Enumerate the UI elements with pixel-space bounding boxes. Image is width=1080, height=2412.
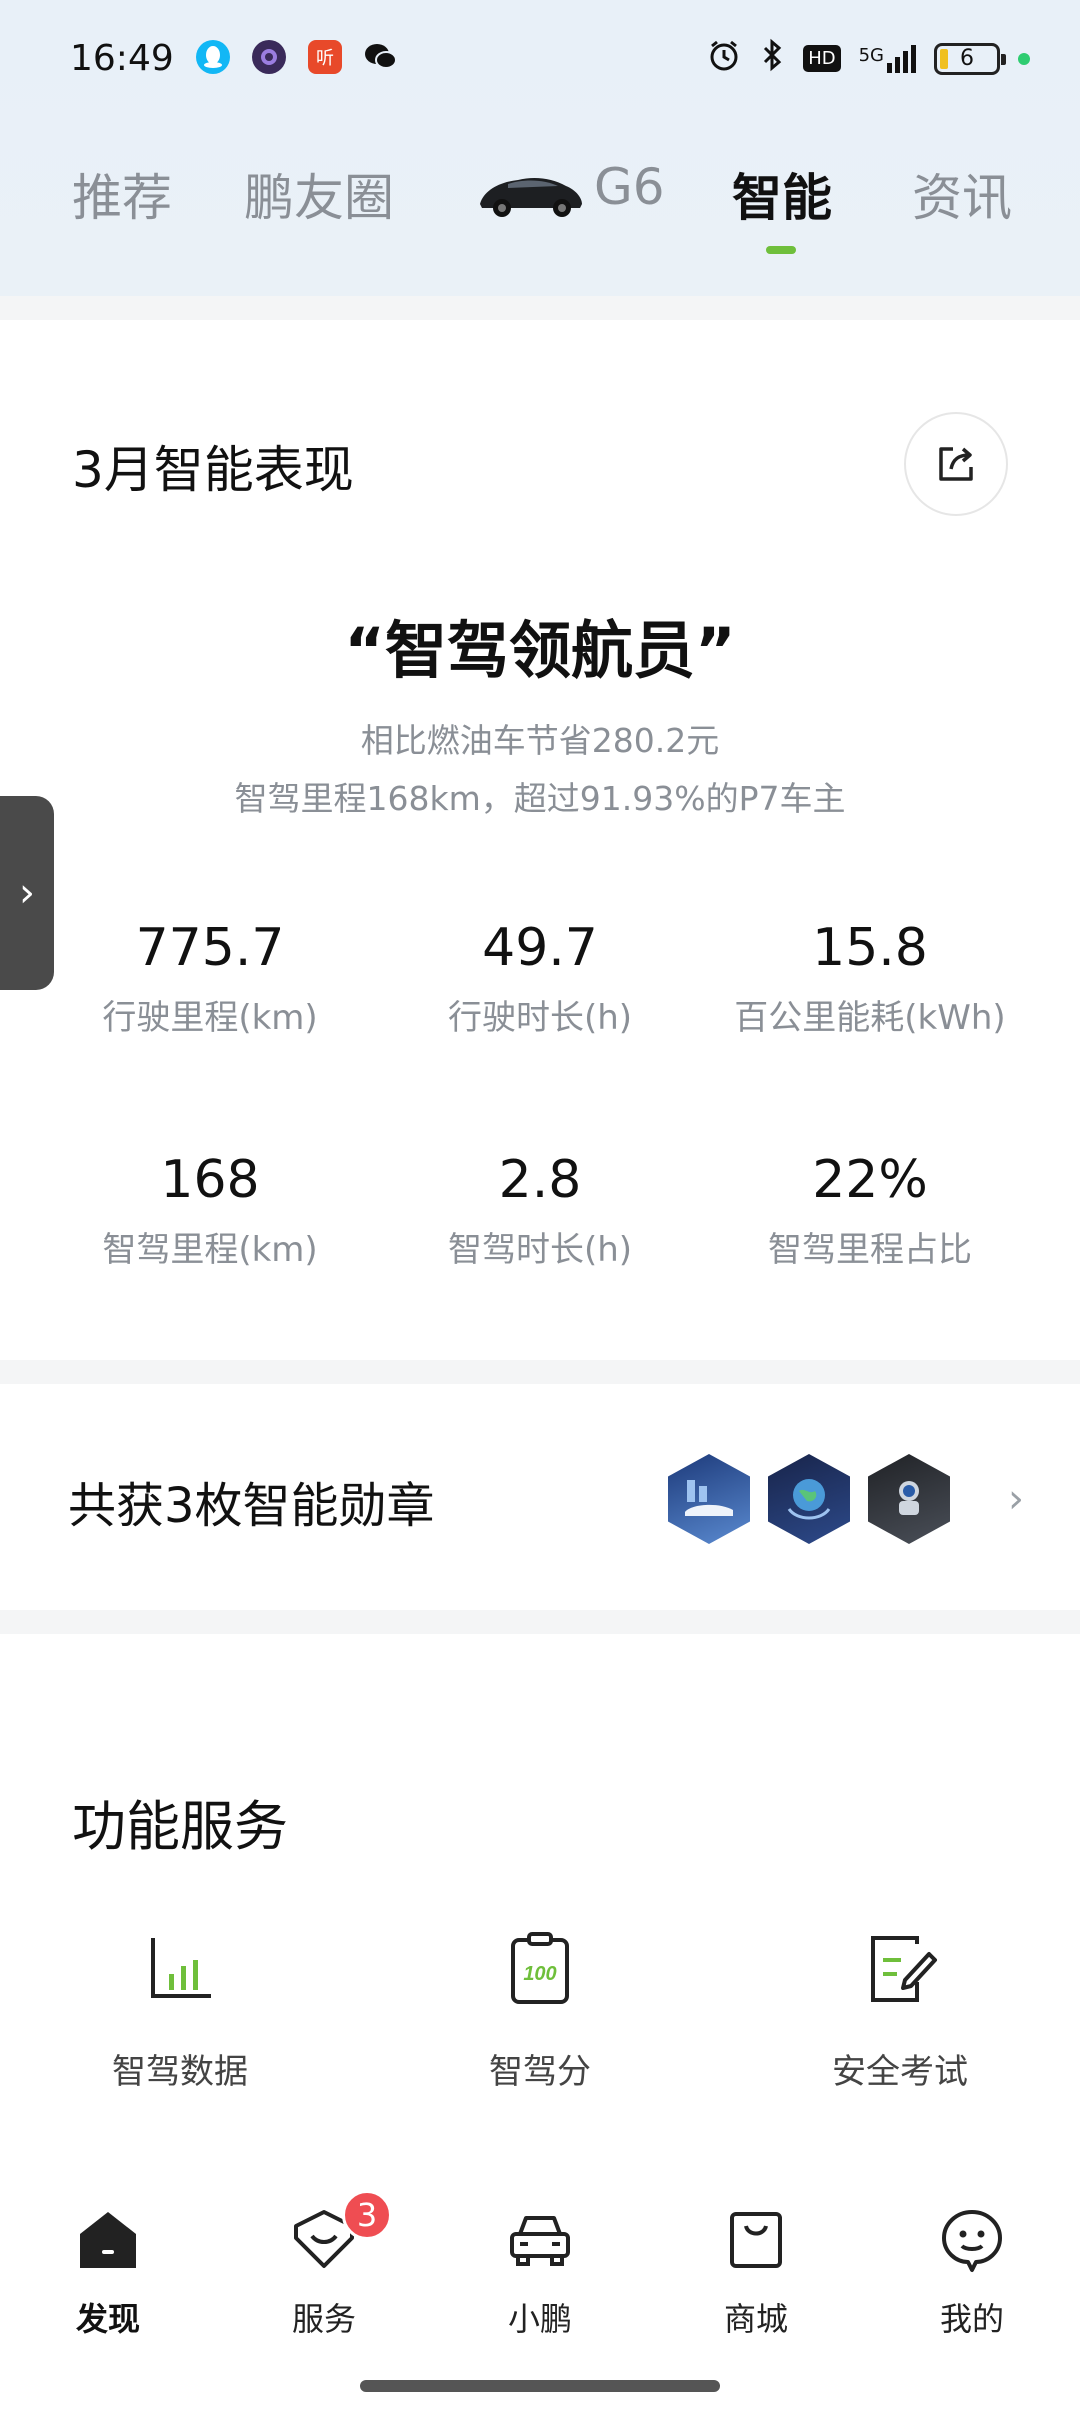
savings-text: 相比燃油车节省280.2元	[360, 721, 720, 760]
service-safety-exam[interactable]: 安全考试	[720, 1924, 1080, 2093]
alarm-icon	[707, 38, 741, 79]
bottom-nav-mine[interactable]: 我的	[864, 2204, 1080, 2340]
stat-label: 智驾里程占比	[768, 1230, 972, 1270]
wechat-icon	[364, 40, 398, 74]
share-button[interactable]	[904, 412, 1008, 516]
bottom-nav-label: 我的	[939, 2300, 1004, 2338]
stat-label: 行驶里程(km)	[102, 998, 318, 1038]
stat-value: 22%	[812, 1150, 928, 1210]
side-expand-tab[interactable]: ›	[0, 796, 54, 990]
city-car-medal-icon	[668, 1454, 750, 1544]
car-icon	[510, 2216, 570, 2266]
status-bar: 16:49 听 HD 5G 6	[0, 0, 1080, 120]
stat-value: 2.8	[498, 1150, 582, 1210]
achievement-headline: “智驾领航员”	[344, 614, 736, 687]
tab-recommend[interactable]: 推荐	[72, 158, 172, 230]
stat-value: 15.8	[812, 918, 928, 978]
stat-driving-time: 49.7 行驶时长(h)	[360, 918, 720, 1039]
stat-label: 百公里能耗(kWh)	[734, 998, 1006, 1038]
top-nav: 推荐 鹏友圈 G6 智能 资讯	[0, 130, 1080, 260]
service-label: 安全考试	[832, 2052, 968, 2092]
privacy-indicator	[1018, 52, 1030, 65]
bottom-nav-label: 服务	[291, 2300, 356, 2338]
bottom-nav: 发现 3 服务 小鹏 商城 我的	[0, 2162, 1080, 2412]
home-indicator[interactable]	[360, 2380, 720, 2392]
monthly-report-card: 3月智能表现 “智驾领航员” 相比燃油车节省280.2元 智驾里程168km，超…	[0, 320, 1080, 1360]
bottom-nav-xpeng[interactable]: 小鹏	[432, 2204, 648, 2340]
medal-list	[668, 1454, 950, 1544]
stat-label: 智驾里程(km)	[102, 1230, 318, 1270]
network-type: 5G	[858, 44, 884, 66]
share-icon	[939, 447, 973, 481]
home-icon	[80, 2212, 136, 2268]
clipboard-score-icon: 100	[511, 1932, 569, 2004]
shopping-bag-icon	[730, 2212, 782, 2268]
bottom-nav-label: 小鹏	[507, 2300, 572, 2338]
rank-text: 智驾里程168km，超过91.93%的P7车主	[234, 779, 846, 818]
stat-smart-drive-time: 2.8 智驾时长(h)	[360, 1150, 720, 1271]
stat-label: 行驶时长(h)	[447, 998, 633, 1038]
tab-smart[interactable]: 智能	[732, 158, 832, 230]
bottom-nav-mall[interactable]: 商城	[648, 2204, 864, 2340]
status-time: 16:49	[70, 38, 174, 79]
bluetooth-icon	[759, 38, 785, 79]
service-smart-drive-data[interactable]: 智驾数据	[0, 1924, 360, 2093]
stat-value: 49.7	[482, 918, 598, 978]
stat-smart-drive-ratio: 22% 智驾里程占比	[690, 1150, 1050, 1271]
svg-text:100: 100	[523, 1963, 556, 1985]
bottom-nav-label: 发现	[75, 2300, 140, 2338]
profile-icon	[942, 2210, 1002, 2272]
tab-news[interactable]: 资讯	[912, 158, 1012, 230]
tab-g6[interactable]: G6	[594, 158, 665, 216]
service-label: 智驾分	[489, 2052, 591, 2092]
services-card: 功能服务 智驾数据 100 智驾分 安全考试	[0, 1634, 1080, 2234]
service-label: 智驾数据	[112, 2052, 248, 2092]
service-smart-drive-score[interactable]: 100 智驾分	[360, 1924, 720, 2093]
active-tab-indicator	[766, 246, 796, 254]
astronaut-medal-icon	[868, 1454, 950, 1544]
header-area: 16:49 听 HD 5G 6 推荐 鹏友圈 G6 智能 资讯	[0, 0, 1080, 296]
hd-icon: HD	[803, 45, 841, 72]
listen-app-icon: 听	[308, 40, 342, 74]
stat-energy-consumption: 15.8 百公里能耗(kWh)	[690, 918, 1050, 1039]
medals-title: 共获3枚智能勋章	[68, 1478, 435, 1534]
battery-icon: 6	[934, 42, 1006, 75]
tab-friends-circle[interactable]: 鹏友圈	[244, 158, 394, 230]
report-title: 3月智能表现	[72, 441, 354, 499]
stat-value: 775.7	[135, 918, 285, 978]
notification-badge: 3	[342, 2190, 392, 2240]
bottom-nav-label: 商城	[723, 2300, 788, 2338]
exam-edit-icon	[871, 1936, 937, 2002]
stat-label: 智驾时长(h)	[447, 1230, 633, 1270]
earth-medal-icon	[768, 1454, 850, 1544]
browser-icon	[252, 40, 286, 74]
status-right-icons: HD 5G 6	[707, 38, 1030, 79]
chevron-right-icon: ›	[19, 870, 35, 916]
bottom-nav-service[interactable]: 3 服务	[216, 2190, 432, 2340]
signal-icon: 5G	[858, 44, 916, 73]
bottom-nav-discover[interactable]: 发现	[0, 2204, 216, 2340]
stat-value: 168	[160, 1150, 260, 1210]
qq-icon	[196, 40, 230, 74]
stat-driving-mileage: 775.7 行驶里程(km)	[30, 918, 390, 1039]
battery-level: 6	[960, 46, 974, 71]
g6-car-icon	[480, 178, 582, 217]
stat-smart-drive-mileage: 168 智驾里程(km)	[30, 1150, 390, 1271]
chevron-right-icon: ›	[1008, 1476, 1024, 1522]
notification-icons: 听	[196, 40, 398, 74]
medals-card[interactable]: 共获3枚智能勋章 ›	[0, 1384, 1080, 1610]
services-title: 功能服务	[72, 1795, 288, 1858]
bar-chart-icon	[151, 1938, 211, 1998]
